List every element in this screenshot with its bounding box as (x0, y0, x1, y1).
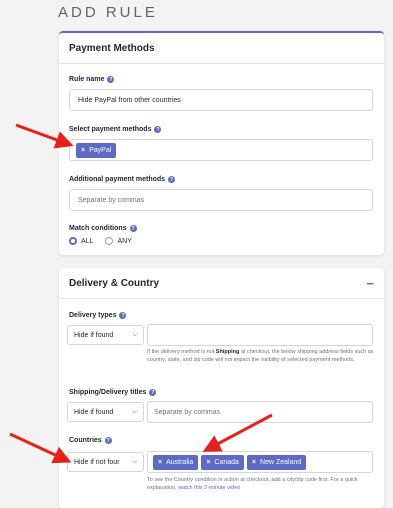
country-tag-label: Australia (166, 458, 194, 466)
help-icon[interactable]: ? (104, 437, 112, 444)
delivery-types-input[interactable] (147, 324, 373, 346)
delivery-country-card: Delivery & Country − Delivery types ? Hi… (59, 268, 384, 508)
payment-method-tag-label: PayPal (89, 146, 112, 154)
additional-payment-methods-label-text: Additional payment methods (69, 176, 166, 183)
help-icon[interactable]: ? (154, 126, 162, 133)
select-payment-methods-label-text: Select payment methods (69, 126, 152, 133)
help-icon[interactable]: ? (149, 389, 157, 396)
remove-tag-icon[interactable]: × (81, 147, 85, 154)
payment-method-tag: × PayPal (76, 142, 117, 158)
remove-tag-icon[interactable]: × (252, 459, 256, 466)
additional-payment-methods-placeholder: Separate by commas (78, 196, 145, 204)
additional-payment-methods-input[interactable]: Separate by commas (69, 189, 373, 211)
select-payment-methods-label: Select payment methods ? (69, 126, 162, 133)
shipping-titles-operator-value: Hide if found (74, 408, 114, 416)
shipping-titles-label-text: Shipping/Delivery titles (69, 389, 147, 396)
shipping-titles-operator-select[interactable]: Hide if found ⌵ (67, 402, 144, 422)
rule-name-label-text: Rule name (69, 76, 105, 83)
help-icon[interactable]: ? (119, 312, 127, 319)
remove-tag-icon[interactable]: × (158, 459, 162, 466)
delivery-types-hint: If the delivery method is not Shipping a… (147, 348, 375, 364)
countries-label-text: Countries (69, 437, 102, 444)
country-tag-label: Canada (214, 458, 239, 466)
radio-any-label: ANY (117, 237, 132, 245)
delivery-types-label-text: Delivery types (69, 312, 117, 319)
shipping-titles-label: Shipping/Delivery titles ? (69, 389, 157, 396)
match-conditions-radios: ALL ANY (69, 237, 132, 245)
rule-name-value: Hide PayPal from other countries (78, 96, 181, 104)
match-conditions-label: Match conditions ? (69, 225, 137, 232)
country-tag: × Australia (153, 454, 199, 470)
radio-any[interactable] (105, 237, 114, 245)
collapse-icon[interactable]: − (366, 276, 374, 291)
hint-text: If the delivery method is not (147, 349, 216, 355)
additional-payment-methods-label: Additional payment methods ? (69, 176, 176, 183)
country-tag: × Canada (201, 454, 244, 470)
delivery-country-title: Delivery & Country (69, 277, 160, 289)
delivery-types-label: Delivery types ? (69, 312, 127, 319)
rule-name-input[interactable]: Hide PayPal from other countries (69, 89, 373, 111)
page-title: ADD RULE (58, 4, 158, 21)
countries-select[interactable]: × Australia × Canada × New Zealand (147, 451, 373, 473)
payment-methods-select[interactable]: × PayPal (69, 139, 373, 161)
country-tag-label: New Zealand (260, 458, 302, 466)
delivery-country-header: Delivery & Country − (59, 268, 384, 299)
payment-methods-title: Payment Methods (69, 42, 155, 54)
chevron-down-icon: ⌵ (132, 458, 137, 465)
delivery-types-operator-value: Hide if found (74, 331, 114, 339)
video-link[interactable]: watch this 2-minute video (178, 485, 240, 491)
chevron-down-icon: ⌵ (132, 408, 137, 415)
rule-name-label: Rule name ? (69, 76, 115, 83)
match-conditions-label-text: Match conditions (69, 225, 127, 232)
hint-bold-text: Shipping (215, 349, 240, 355)
shipping-titles-placeholder: Separate by commas (154, 408, 221, 416)
payment-methods-card: Payment Methods Rule name ? Hide PayPal … (59, 31, 384, 255)
help-icon[interactable]: ? (129, 225, 137, 232)
countries-hint: To see the Country condition in action a… (147, 476, 375, 492)
radio-all-label: ALL (81, 237, 94, 245)
radio-all[interactable] (69, 237, 77, 245)
delivery-types-operator-select[interactable]: Hide if found ⌵ (67, 325, 144, 345)
countries-operator-select[interactable]: Hide if not four ⌵ (67, 452, 144, 472)
countries-operator-value: Hide if not four (74, 458, 120, 466)
countries-label: Countries ? (69, 437, 112, 444)
help-icon[interactable]: ? (168, 176, 176, 183)
country-tag: × New Zealand (246, 454, 307, 470)
payment-methods-header: Payment Methods (59, 33, 384, 64)
remove-tag-icon[interactable]: × (206, 459, 210, 466)
shipping-titles-input[interactable]: Separate by commas (147, 401, 373, 423)
chevron-down-icon: ⌵ (132, 331, 137, 338)
annotation-arrow (9, 432, 72, 464)
help-icon[interactable]: ? (107, 76, 115, 83)
